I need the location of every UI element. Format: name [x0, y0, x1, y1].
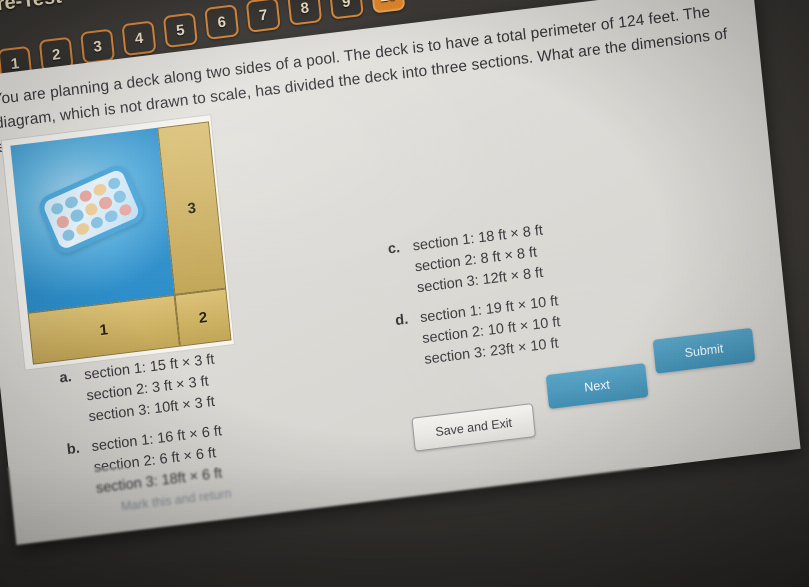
- option-key-a: a.: [58, 369, 73, 387]
- test-screen: Semester re-Test Active 1 2 3 4 5 6 7 8 …: [0, 0, 809, 587]
- option-lines-d: section 1: 19 ft × 10 ft section 2: 10 f…: [419, 291, 563, 371]
- pool-float-icon: [35, 161, 148, 258]
- question-number-9[interactable]: 9: [328, 0, 364, 20]
- question-number-8[interactable]: 8: [287, 0, 323, 26]
- pool-water-area: [10, 127, 175, 313]
- option-lines-c: section 1: 18 ft × 8 ft section 2: 8 ft …: [412, 221, 548, 300]
- deck-section-2: 2: [174, 288, 232, 347]
- option-key-b: b.: [66, 440, 81, 459]
- float-pattern: [49, 175, 134, 243]
- photographed-screen: Semester re-Test Active 1 2 3 4 5 6 7 8 …: [0, 0, 809, 587]
- question-number-10[interactable]: 10: [370, 0, 406, 14]
- option-lines-a: section 1: 15 ft × 3 ft section 2: 3 ft …: [83, 350, 219, 429]
- save-and-exit-button[interactable]: Save and Exit: [411, 403, 536, 452]
- pool-deck-diagram: 1 2 3: [0, 114, 235, 371]
- next-button[interactable]: Next: [545, 363, 649, 410]
- answer-options-right: c. section 1: 18 ft × 8 ft section 2: 8 …: [387, 203, 700, 383]
- option-lines-b: section 1: 16 ft × 6 ft section 2: 6 ft …: [91, 421, 227, 500]
- question-content-panel: You are planning a deck along two sides …: [0, 0, 801, 545]
- course-title: re-Test: [0, 0, 63, 16]
- question-number-5[interactable]: 5: [162, 12, 198, 49]
- question-number-7[interactable]: 7: [245, 0, 281, 33]
- option-key-c: c.: [387, 240, 401, 258]
- question-number-4[interactable]: 4: [121, 20, 157, 57]
- option-key-d: d.: [394, 311, 409, 330]
- question-number-6[interactable]: 6: [204, 4, 240, 40]
